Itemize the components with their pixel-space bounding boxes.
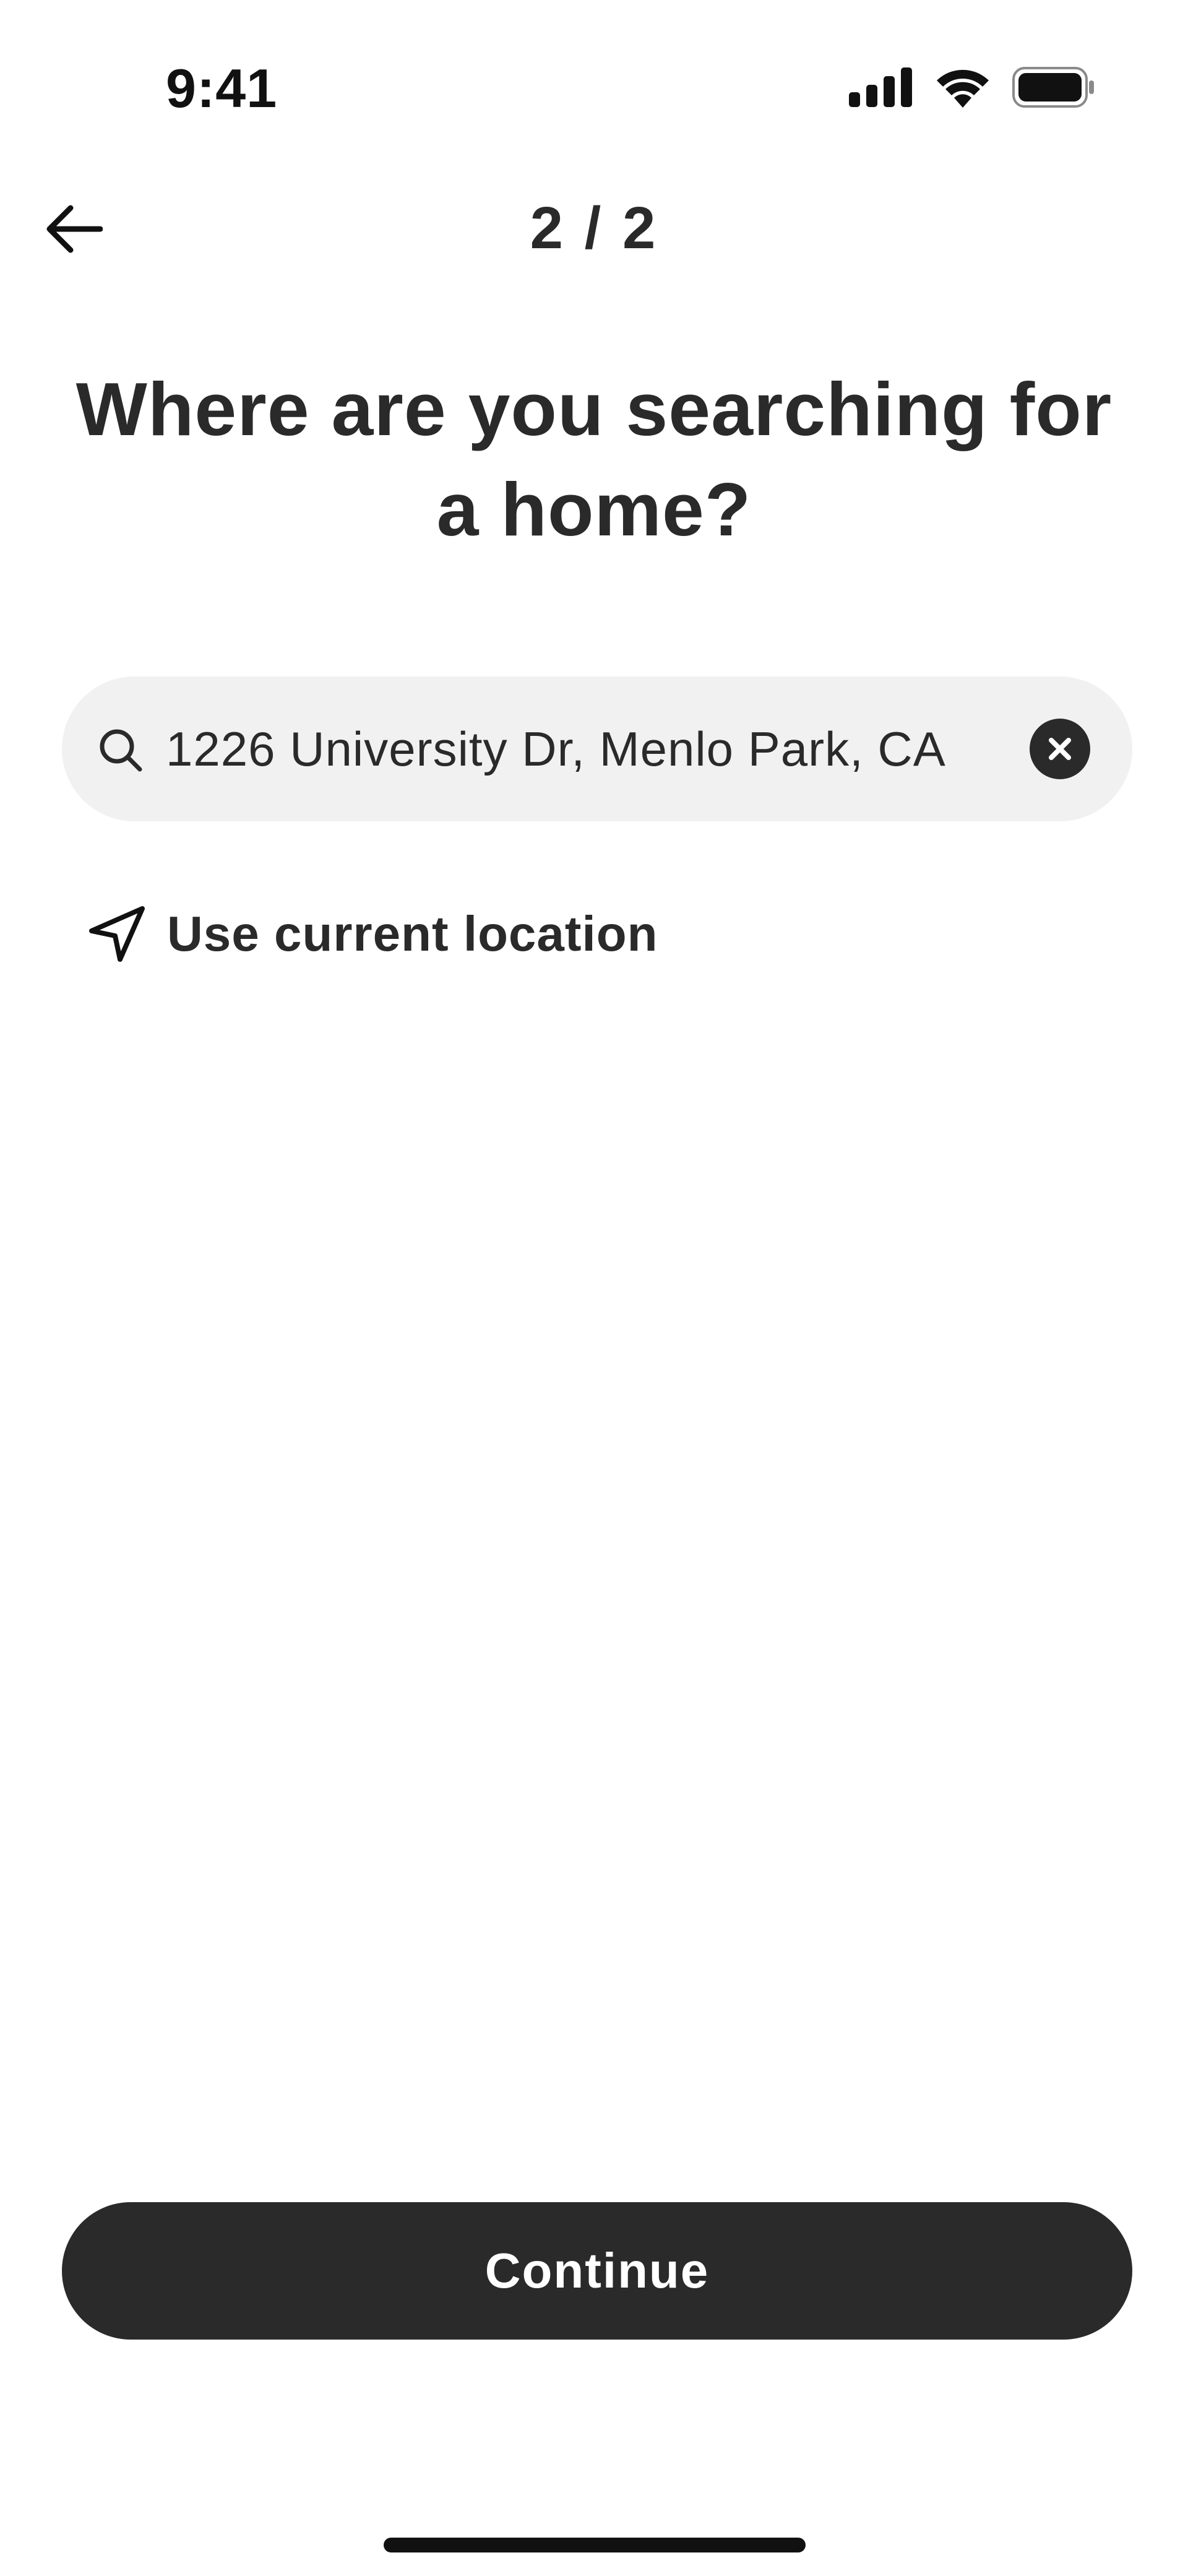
page-title-line-1: Where are you searching for xyxy=(75,367,1113,451)
use-current-location-button[interactable]: Use current location xyxy=(87,904,658,964)
status-time: 9:41 xyxy=(166,58,278,119)
wifi-icon xyxy=(937,69,989,108)
close-icon xyxy=(1049,738,1071,760)
status-icons xyxy=(849,67,1095,108)
navigation-arrow-icon xyxy=(89,906,145,962)
nav-bar: 2 / 2 xyxy=(0,186,1188,272)
page-title-line-2: a home? xyxy=(436,467,752,551)
signal-icon xyxy=(849,67,912,107)
page-title: Where are you searching for a home? xyxy=(74,359,1114,560)
battery-icon xyxy=(1012,67,1094,108)
step-indicator: 2 / 2 xyxy=(530,195,658,261)
status-bar: 9:41 xyxy=(0,0,1188,149)
search-icon xyxy=(100,729,142,772)
use-current-location-label: Use current location xyxy=(167,906,658,961)
location-search-field[interactable] xyxy=(62,676,1132,821)
clear-search-button[interactable] xyxy=(1030,719,1090,779)
location-search-input[interactable] xyxy=(166,676,1044,821)
continue-button[interactable]: Continue xyxy=(62,2202,1132,2340)
home-indicator xyxy=(384,2538,806,2552)
